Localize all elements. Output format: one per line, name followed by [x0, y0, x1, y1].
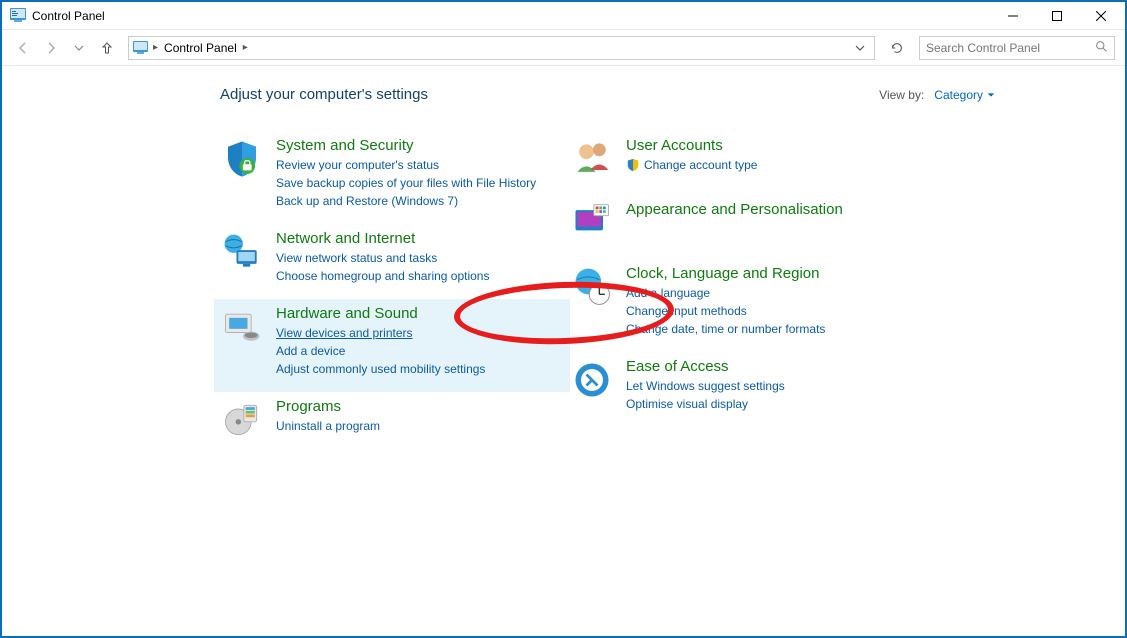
category-appearance: Appearance and Personalisation	[570, 195, 920, 259]
category-title[interactable]: Clock, Language and Region	[626, 265, 825, 282]
view-by-label: View by:	[879, 88, 924, 102]
search-input[interactable]	[926, 41, 1086, 55]
category-ease-of-access: Ease of Access Let Windows suggest setti…	[570, 352, 920, 427]
category-title[interactable]: Appearance and Personalisation	[626, 201, 843, 218]
category-link[interactable]: Let Windows suggest settings	[626, 377, 785, 395]
control-panel-icon	[10, 8, 26, 24]
breadcrumb-control-panel[interactable]: Control Panel	[162, 41, 239, 55]
title-bar: Control Panel	[2, 2, 1125, 30]
maximize-button[interactable]	[1035, 2, 1079, 30]
category-title[interactable]: User Accounts	[626, 137, 757, 154]
programs-icon	[220, 398, 264, 442]
category-link[interactable]: Uninstall a program	[276, 417, 380, 435]
ease-of-access-icon	[570, 358, 614, 402]
category-link[interactable]: Review your computer's status	[276, 156, 536, 174]
category-link[interactable]: Save backup copies of your files with Fi…	[276, 174, 536, 192]
control-panel-icon	[133, 40, 149, 56]
category-link[interactable]: Change date, time or number formats	[626, 320, 825, 338]
content-area: Adjust your computer's settings View by:…	[2, 66, 1125, 456]
address-bar[interactable]: ▸ Control Panel ▸	[128, 36, 875, 60]
nav-toolbar: ▸ Control Panel ▸	[2, 30, 1125, 66]
search-box[interactable]	[919, 36, 1115, 60]
category-title[interactable]: Ease of Access	[626, 358, 785, 375]
chevron-down-icon	[987, 91, 995, 99]
link-add-device[interactable]: Add a device	[276, 342, 485, 360]
uac-shield-icon	[626, 158, 640, 172]
category-link[interactable]: Optimise visual display	[626, 395, 785, 413]
refresh-button[interactable]	[885, 36, 909, 60]
link-view-devices-printers[interactable]: View devices and printers	[276, 324, 485, 342]
clock-region-icon	[570, 265, 614, 309]
shield-icon	[220, 137, 264, 181]
category-link[interactable]: Change input methods	[626, 302, 825, 320]
view-by-value: Category	[934, 88, 983, 102]
address-dropdown-button[interactable]	[850, 38, 870, 58]
network-icon	[220, 230, 264, 274]
appearance-icon	[570, 201, 614, 245]
up-button[interactable]	[96, 37, 118, 59]
close-button[interactable]	[1079, 2, 1123, 30]
category-title[interactable]: Hardware and Sound	[276, 305, 485, 322]
category-title[interactable]: System and Security	[276, 137, 536, 154]
category-title[interactable]: Network and Internet	[276, 230, 489, 247]
search-icon	[1095, 40, 1108, 56]
page-heading: Adjust your computer's settings	[220, 86, 428, 103]
view-by-dropdown[interactable]: Category	[934, 88, 995, 102]
link-adjust-mobility[interactable]: Adjust commonly used mobility settings	[276, 360, 485, 378]
category-network-internet: Network and Internet View network status…	[220, 224, 570, 299]
hardware-icon	[220, 305, 264, 349]
window-title: Control Panel	[32, 9, 105, 23]
category-link[interactable]: Back up and Restore (Windows 7)	[276, 192, 536, 210]
category-programs: Programs Uninstall a program	[220, 392, 570, 456]
chevron-right-icon[interactable]: ▸	[151, 42, 160, 53]
category-link[interactable]: Add a language	[626, 284, 825, 302]
chevron-right-icon[interactable]: ▸	[241, 42, 250, 53]
minimize-button[interactable]	[991, 2, 1035, 30]
recent-locations-button[interactable]	[68, 37, 90, 59]
category-link[interactable]: Choose homegroup and sharing options	[276, 267, 489, 285]
category-user-accounts: User Accounts Change account type	[570, 131, 920, 195]
link-change-account-type[interactable]: Change account type	[644, 156, 757, 174]
category-system-security: System and Security Review your computer…	[220, 131, 570, 224]
category-clock-language-region: Clock, Language and Region Add a languag…	[570, 259, 920, 352]
user-accounts-icon	[570, 137, 614, 181]
category-hardware-sound: Hardware and Sound View devices and prin…	[214, 299, 570, 392]
category-title[interactable]: Programs	[276, 398, 380, 415]
category-link[interactable]: View network status and tasks	[276, 249, 489, 267]
back-button[interactable]	[12, 37, 34, 59]
forward-button[interactable]	[40, 37, 62, 59]
